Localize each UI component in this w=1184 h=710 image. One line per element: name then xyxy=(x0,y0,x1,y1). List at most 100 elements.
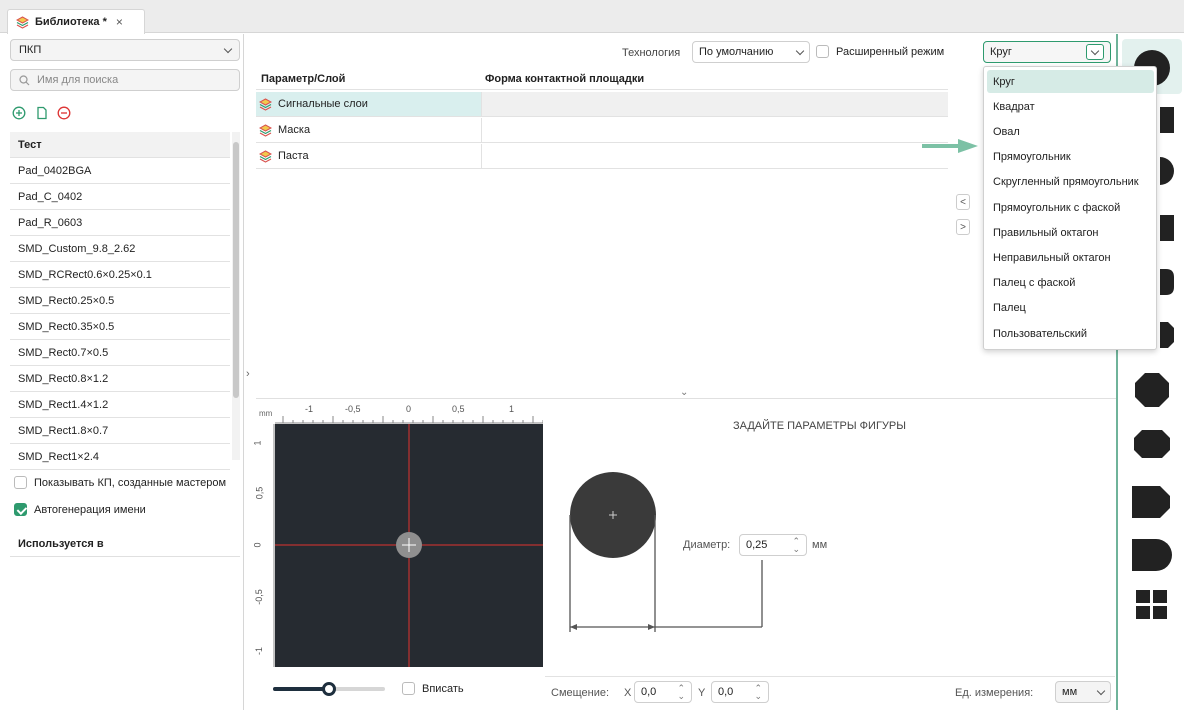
list-item[interactable]: SMD_Rect1×2.4 xyxy=(10,444,230,470)
y-tick-label: 0 xyxy=(252,542,263,548)
copy-icon[interactable] xyxy=(35,106,49,120)
zoom-slider-handle[interactable] xyxy=(322,682,336,696)
chamfered-rectangle-shape-icon[interactable] xyxy=(1160,322,1174,348)
tab-library[interactable]: Библиотека * × xyxy=(7,9,145,34)
rectangle-shape-icon[interactable] xyxy=(1160,215,1174,241)
arrow-right-icon xyxy=(922,139,978,153)
collapse-down-icon[interactable]: ⌄ xyxy=(680,387,688,398)
y-tick-label: -0,5 xyxy=(253,589,264,605)
fit-option[interactable]: Вписать xyxy=(402,682,464,695)
menu-item[interactable]: Пользовательский xyxy=(987,322,1154,345)
move-left-button[interactable]: < xyxy=(956,194,970,210)
library-select[interactable]: ПКП xyxy=(10,39,240,61)
square-shape-icon[interactable] xyxy=(1160,107,1174,133)
remove-icon[interactable] xyxy=(57,106,71,120)
fit-checkbox[interactable] xyxy=(402,682,415,695)
technology-value: По умолчанию xyxy=(699,46,774,58)
search-input[interactable]: Имя для поиска xyxy=(10,69,240,91)
menu-item[interactable]: Прямоугольник с фаской xyxy=(987,196,1154,219)
list-item-label: SMD_Rect0.8×1.2 xyxy=(18,372,109,385)
list-scrollbar[interactable] xyxy=(232,132,240,460)
finger-shape-icon[interactable] xyxy=(1132,539,1172,571)
scrollbar-thumb[interactable] xyxy=(233,142,239,398)
add-icon[interactable] xyxy=(12,106,26,120)
chamfered-finger-shape-icon[interactable] xyxy=(1132,486,1170,518)
list-item[interactable]: SMD_Rect1.4×1.2 xyxy=(10,392,230,418)
advanced-mode-checkbox[interactable] xyxy=(816,45,829,58)
list-item-label: Pad_0402BGA xyxy=(18,164,92,177)
menu-item[interactable]: Прямоугольник xyxy=(987,146,1154,169)
y-tick-labels: 1 0,5 0 -0,5 -1 xyxy=(252,424,271,667)
zoom-slider-fill xyxy=(273,687,329,691)
menu-item-label: Палец с фаской xyxy=(993,277,1076,290)
move-right-button[interactable]: > xyxy=(956,219,970,235)
offset-x-input[interactable]: 0,0 ⌃ ⌄ xyxy=(634,681,692,703)
close-icon[interactable]: × xyxy=(116,15,123,29)
custom-shape-icon[interactable] xyxy=(1136,590,1150,603)
menu-item[interactable]: Правильный октагон xyxy=(987,221,1154,244)
spinner-icon[interactable]: ⌃ ⌄ xyxy=(792,537,800,554)
list-item-label: Pad_R_0603 xyxy=(18,216,83,229)
chevron-down-icon xyxy=(1096,686,1106,695)
menu-item-label: Неправильный октагон xyxy=(993,251,1111,264)
autoname-option[interactable]: Автогенерация имени xyxy=(14,503,146,516)
list-item[interactable]: SMD_Rect0.35×0.5 xyxy=(10,314,230,340)
rounded-rectangle-shape-icon[interactable] xyxy=(1160,269,1174,295)
layer-name: Паста xyxy=(278,150,309,162)
layer-cell: Сигнальные слои xyxy=(256,92,482,116)
table-row[interactable]: Паста xyxy=(256,144,948,169)
technology-select[interactable]: По умолчанию xyxy=(692,41,810,63)
oval-shape-icon[interactable] xyxy=(1160,157,1174,185)
table-row[interactable]: Маска xyxy=(256,118,948,143)
units-select[interactable]: мм xyxy=(1055,681,1111,703)
technology-label: Технология xyxy=(622,47,681,59)
list-item[interactable]: SMD_Rect1.8×0.7 xyxy=(10,418,230,444)
diameter-value: 0,25 xyxy=(746,539,768,551)
show-wizard-checkbox[interactable] xyxy=(14,476,27,489)
list-item-label: SMD_Rect1.4×1.2 xyxy=(18,398,109,411)
advanced-mode-option[interactable]: Расширенный режим xyxy=(816,45,944,58)
menu-item[interactable]: Овал xyxy=(987,120,1154,143)
menu-item[interactable]: Квадрат xyxy=(987,95,1154,118)
splitter[interactable] xyxy=(256,398,1116,399)
search-icon xyxy=(19,74,30,85)
list-item[interactable]: SMD_RCRect0.6×0.25×0.1 xyxy=(10,262,230,288)
fit-label: Вписать xyxy=(422,682,464,695)
y-tick-label: 0,5 xyxy=(254,486,265,500)
column-header-shape: Форма контактной площадки xyxy=(485,72,645,85)
menu-item[interactable]: Скругленный прямоугольник xyxy=(987,171,1154,194)
collapse-panel-icon[interactable]: › xyxy=(246,368,250,380)
layer-name: Маска xyxy=(278,124,311,136)
list-item[interactable]: Pad_R_0603 xyxy=(10,210,230,236)
list-item[interactable]: Pad_C_0402 xyxy=(10,184,230,210)
shape-select[interactable]: Круг xyxy=(983,41,1111,63)
list-item-label: SMD_Rect1.8×0.7 xyxy=(18,424,109,437)
diameter-input[interactable]: 0,25 ⌃ ⌄ xyxy=(739,534,807,556)
x-tick-label: -1 xyxy=(305,404,314,414)
list-item[interactable]: SMD_Rect0.8×1.2 xyxy=(10,366,230,392)
list-item[interactable]: Pad_0402BGA xyxy=(10,158,230,184)
preview-canvas[interactable] xyxy=(275,424,543,667)
spinner-icon[interactable]: ⌃ ⌄ xyxy=(754,684,762,701)
show-wizard-option[interactable]: Показывать КП, созданные мастером xyxy=(14,476,226,489)
zoom-slider[interactable] xyxy=(273,682,385,696)
list-item[interactable]: SMD_Rect0.25×0.5 xyxy=(10,288,230,314)
menu-item[interactable]: Палец xyxy=(987,297,1154,320)
table-row[interactable]: Сигнальные слои xyxy=(256,92,948,117)
autoname-checkbox[interactable] xyxy=(14,503,27,516)
shape-select-toggle[interactable] xyxy=(1086,44,1104,60)
irregular-octagon-shape-icon[interactable] xyxy=(1134,430,1170,458)
menu-item[interactable]: Палец с фаской xyxy=(987,272,1154,295)
offset-y-input[interactable]: 0,0 ⌃ ⌄ xyxy=(711,681,769,703)
menu-item[interactable]: Круг xyxy=(987,70,1154,93)
library-select-value: ПКП xyxy=(19,44,42,56)
menu-item-label: Скругленный прямоугольник xyxy=(993,176,1139,189)
regular-octagon-shape-icon[interactable] xyxy=(1135,373,1169,407)
show-wizard-label: Показывать КП, созданные мастером xyxy=(34,476,227,489)
spinner-icon[interactable]: ⌃ ⌄ xyxy=(677,684,685,701)
list-item[interactable]: SMD_Custom_9.8_2.62 xyxy=(10,236,230,262)
list-item[interactable]: SMD_Rect0.7×0.5 xyxy=(10,340,230,366)
menu-item[interactable]: Неправильный октагон xyxy=(987,246,1154,269)
offset-label: Смещение: xyxy=(551,687,610,699)
ruler-unit: mm xyxy=(259,409,273,418)
